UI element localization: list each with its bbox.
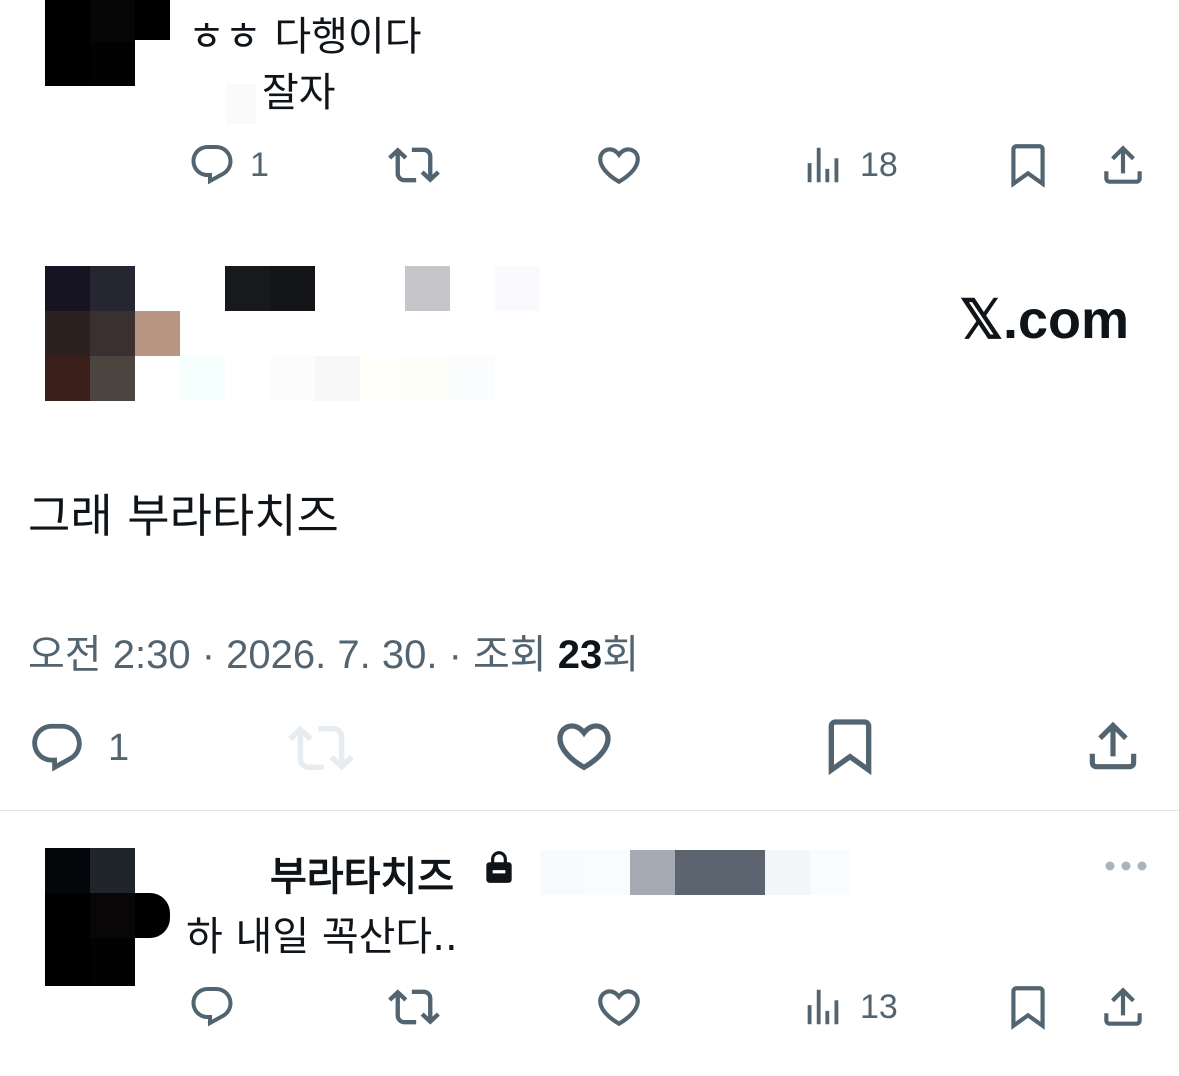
reply-handle-redacted[interactable] xyxy=(540,850,850,895)
views-chart-icon xyxy=(800,142,846,188)
heart-icon xyxy=(594,140,644,190)
bookmark-icon xyxy=(1003,140,1053,190)
main-share-button[interactable] xyxy=(1082,716,1144,776)
heart-icon xyxy=(594,982,644,1032)
lock-icon xyxy=(480,848,518,886)
reply-bottom-views-count: 13 xyxy=(860,987,898,1026)
reply-count: 1 xyxy=(250,145,269,184)
heart-icon xyxy=(552,714,616,778)
tweet-meta: 오전 2:30 · 2026. 7. 30. · 조회 23회 xyxy=(28,633,640,677)
retweet-icon xyxy=(288,715,354,781)
reply-bottom-views-button[interactable]: 13 xyxy=(800,982,898,1032)
tweet-time[interactable]: 오전 2:30 xyxy=(28,633,191,677)
reply-text-line1: ㅎㅎ 다행이다 xyxy=(188,14,422,60)
main-retweet-button xyxy=(288,718,354,778)
more-icon[interactable] xyxy=(1104,856,1148,880)
reply-bottom-reply-button[interactable] xyxy=(188,982,236,1032)
source-logo: 𝕏.com xyxy=(959,290,1129,350)
like-button[interactable] xyxy=(594,140,644,190)
main-like-button[interactable] xyxy=(552,716,616,776)
bookmark-button[interactable] xyxy=(1003,140,1053,190)
bookmark-icon xyxy=(1003,982,1053,1032)
tweet-text: 그래 부라타치즈 xyxy=(28,489,339,543)
share-icon xyxy=(1082,715,1144,777)
views-count-main: 23 xyxy=(557,633,603,677)
reply-icon xyxy=(188,141,236,189)
bookmark-icon xyxy=(818,714,882,778)
main-reply-button[interactable]: 1 xyxy=(28,720,129,776)
reply-bottom-share-button[interactable] xyxy=(1098,982,1148,1032)
views-count: 18 xyxy=(860,145,898,184)
main-display-name-redacted[interactable] xyxy=(180,266,550,401)
retweet-icon xyxy=(388,981,440,1033)
share-icon xyxy=(1098,982,1148,1032)
reply-bottom-text: 하 내일 꼭산다.. xyxy=(186,914,458,960)
share-icon xyxy=(1098,140,1148,190)
reply-text-line2: 잘자 xyxy=(262,70,336,116)
reply-button[interactable]: 1 xyxy=(188,140,269,190)
views-button[interactable]: 18 xyxy=(800,140,898,190)
reply-bottom-retweet-button[interactable] xyxy=(388,982,440,1032)
reply-avatar-bottom[interactable] xyxy=(45,848,170,986)
avatar-blur-fragment xyxy=(226,84,256,124)
retweet-button[interactable] xyxy=(388,140,440,190)
views-chart-icon xyxy=(800,984,846,1030)
reply-display-name[interactable]: 부라타치즈 xyxy=(270,844,454,902)
share-button[interactable] xyxy=(1098,140,1148,190)
reply-icon xyxy=(188,983,236,1031)
retweet-icon xyxy=(388,139,440,191)
reply-avatar-top[interactable] xyxy=(45,0,170,88)
views-label: 조회 xyxy=(473,633,547,677)
main-reply-count: 1 xyxy=(108,726,130,769)
views-unit: 회 xyxy=(602,633,640,677)
main-avatar[interactable] xyxy=(45,266,180,401)
reply-icon xyxy=(28,719,86,777)
tweet-date[interactable]: 2026. 7. 30. xyxy=(226,633,437,677)
main-bookmark-button[interactable] xyxy=(818,716,882,776)
reply-bottom-like-button[interactable] xyxy=(594,982,644,1032)
reply-bottom-bookmark-button[interactable] xyxy=(1003,982,1053,1032)
divider xyxy=(0,810,1179,811)
